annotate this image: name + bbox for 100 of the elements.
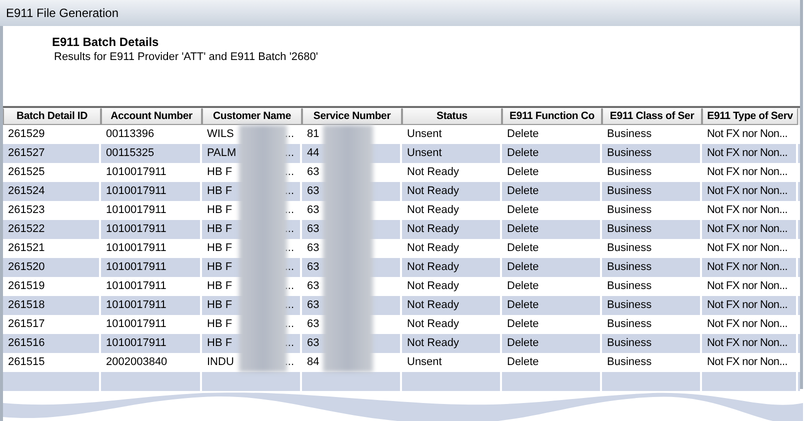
table-cell: Not FX nor Non... [707, 356, 788, 368]
ellipsis-text: ... [284, 127, 294, 142]
window-title: E911 File Generation [6, 6, 119, 20]
table-cell: 63 [307, 185, 320, 197]
table-cell: 261524 [8, 185, 45, 197]
table-cell: Business [607, 261, 652, 273]
table-cell: 63 [307, 299, 320, 311]
column-header[interactable]: Status [402, 108, 502, 125]
table-cell: Not FX nor Non... [707, 242, 788, 254]
table-cell: Not Ready [407, 204, 459, 216]
table-cell: 1010017911 [106, 223, 166, 235]
table-cell: Not Ready [407, 299, 459, 311]
table-cell: Business [607, 242, 652, 254]
ellipsis-text: ... [284, 165, 294, 180]
table-cell: Not FX nor Non... [707, 280, 788, 292]
table-cell-text: HB F [207, 241, 232, 256]
table-cell-text: INDU [207, 355, 234, 370]
ellipsis-text: ... [284, 355, 294, 370]
table-cell: 261520 [8, 261, 45, 273]
table-cell: Delete [507, 337, 539, 349]
ellipsis-text: ... [284, 260, 294, 275]
column-header[interactable]: Customer Name [202, 108, 302, 125]
table-cell: 63 [307, 318, 320, 330]
table-cell: Delete [507, 166, 539, 178]
ellipsis-text: ... [284, 336, 294, 351]
table-cell: Business [607, 337, 652, 349]
table-cell: 00113396 [106, 128, 154, 140]
column-header[interactable]: E911 Function Co [502, 108, 602, 125]
table-cell: Delete [507, 147, 539, 159]
table-cell: Not Ready [407, 318, 459, 330]
table-cell: Business [607, 204, 652, 216]
table-cell: Delete [507, 261, 539, 273]
table-cell: 00115325 [106, 147, 154, 159]
table-cell: Not FX nor Non... [707, 299, 788, 311]
table-cell: Not Ready [407, 166, 459, 178]
table-cell: Unsent [407, 147, 442, 159]
table-cell: Delete [507, 128, 539, 140]
table-cell-text: HB F [207, 298, 232, 313]
table-cell: 1010017911 [106, 204, 166, 216]
table-cell: Business [607, 185, 652, 197]
table-cell: 1010017911 [106, 318, 166, 330]
table-cell: 261515 [8, 356, 45, 368]
ellipsis-text: ... [284, 184, 294, 199]
table-cell: Unsent [407, 128, 442, 140]
table-cell: Not FX nor Non... [707, 185, 788, 197]
table-cell: 81 [307, 128, 320, 140]
table-cell: 261518 [8, 299, 45, 311]
table-cell: Not FX nor Non... [707, 318, 788, 330]
ellipsis-text: ... [284, 146, 294, 161]
table-cell: Delete [507, 299, 539, 311]
ellipsis-text: ... [284, 279, 294, 294]
table-cell: 261529 [8, 128, 45, 140]
table-cell: Unsent [407, 356, 442, 368]
table-cell: 63 [307, 242, 320, 254]
table-cell: 84 [307, 356, 320, 368]
table-cell-text: HB F [207, 165, 232, 180]
column-header[interactable]: Batch Detail ID [3, 108, 101, 125]
table-cell-text: PALM [207, 146, 236, 161]
table-cell: 1010017911 [106, 280, 166, 292]
table-cell: 63 [307, 280, 320, 292]
table-cell: Not FX nor Non... [707, 261, 788, 273]
column-header[interactable]: E911 Class of Ser [602, 108, 702, 125]
table-cell: 1010017911 [106, 166, 166, 178]
table-cell: Not Ready [407, 337, 459, 349]
table-cell: Not FX nor Non... [707, 147, 788, 159]
column-header[interactable]: Account Number [101, 108, 202, 125]
table-cell: Business [607, 318, 652, 330]
table-cell: 1010017911 [106, 242, 166, 254]
table-cell: Not FX nor Non... [707, 223, 788, 235]
table-cell: 63 [307, 166, 320, 178]
table-cell: 44 [307, 147, 320, 159]
table-cell: 261519 [8, 280, 45, 292]
table-cell: Not Ready [407, 242, 459, 254]
table-cell: Delete [507, 356, 539, 368]
ellipsis-text: ... [284, 203, 294, 218]
table-cell: Delete [507, 242, 539, 254]
table-cell: Not Ready [407, 223, 459, 235]
table-cell: 63 [307, 261, 320, 273]
table-cell: Business [607, 280, 652, 292]
table-cell: 261517 [8, 318, 45, 330]
table-cell: Not Ready [407, 261, 459, 273]
ellipsis-text: ... [284, 298, 294, 313]
table-cell: Delete [507, 204, 539, 216]
table-cell: Business [607, 299, 652, 311]
table-cell: Business [607, 147, 652, 159]
table-cell: Business [607, 356, 652, 368]
ellipsis-text: ... [284, 317, 294, 332]
table-cell: Delete [507, 185, 539, 197]
section-subtitle: Results for E911 Provider 'ATT' and E911 Batch '2680' [53, 51, 319, 63]
table-cell-text: HB F [207, 336, 232, 351]
table-cell: 261521 [8, 242, 45, 254]
column-header[interactable]: Service Number [302, 108, 402, 125]
table-cell-text: HB F [207, 184, 232, 199]
table-cell: Not FX nor Non... [707, 204, 788, 216]
table-cell-text: HB F [207, 260, 232, 275]
table-cell-text: HB F [207, 203, 232, 218]
table-cell: 1010017911 [106, 261, 166, 273]
table-cell: 1010017911 [106, 337, 166, 349]
column-header[interactable]: E911 Type of Serv [702, 108, 798, 125]
table-cell: Delete [507, 318, 539, 330]
